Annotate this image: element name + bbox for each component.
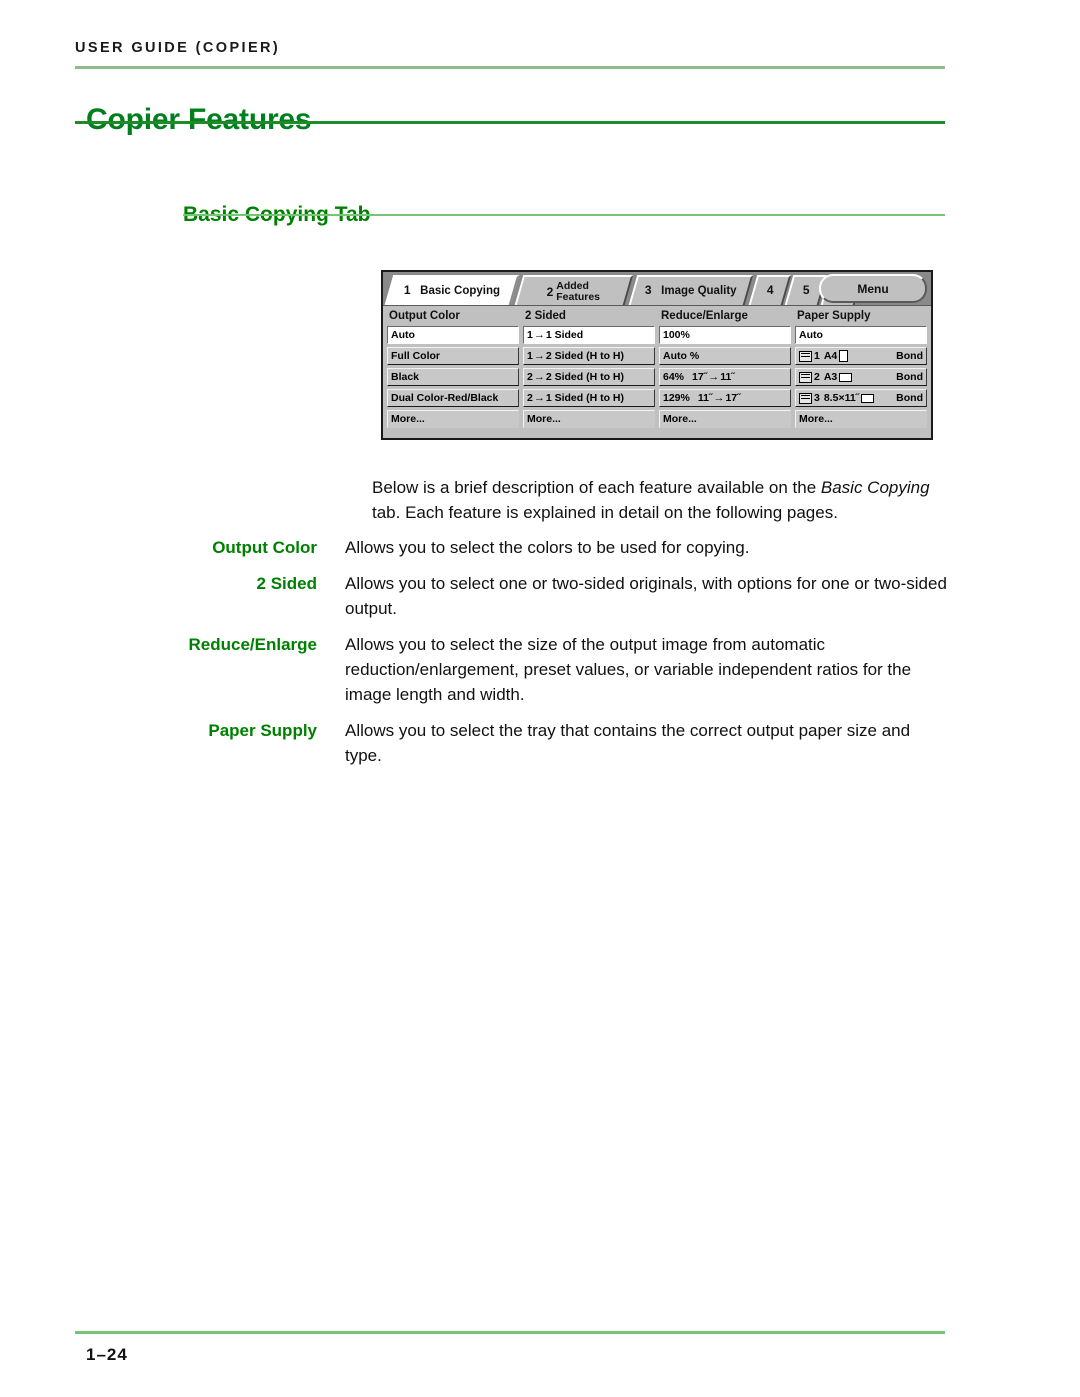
paper-portrait-icon bbox=[839, 350, 849, 362]
button-reduce-100[interactable]: 100% bbox=[659, 326, 791, 344]
page-number: 1–24 bbox=[86, 1345, 128, 1364]
button-reduce-129[interactable]: 129% 11˝ → 17˝ bbox=[659, 389, 791, 407]
tab-label-line1: Added bbox=[556, 279, 590, 292]
button-paper-auto[interactable]: Auto bbox=[795, 326, 927, 344]
section-rule bbox=[183, 214, 945, 216]
to-value: 11˝ bbox=[720, 371, 735, 383]
paper-stock: Bond bbox=[896, 392, 923, 404]
feature-columns: Output Color Auto Full Color Black Dual … bbox=[383, 305, 931, 438]
running-header: USER GUIDE (COPIER) bbox=[75, 40, 281, 56]
paper-tray-icon bbox=[799, 371, 812, 383]
header-rule bbox=[75, 66, 945, 69]
menu-button[interactable]: Menu bbox=[819, 274, 927, 303]
arrow-icon: → bbox=[713, 392, 725, 404]
paper-tray-icon bbox=[799, 350, 812, 362]
button-paper-tray-1[interactable]: 1 A4 Bond bbox=[795, 347, 927, 365]
button-2sided-more[interactable]: More... bbox=[523, 410, 655, 428]
paper-size: A4 bbox=[823, 350, 838, 362]
button-reduce-64[interactable]: 64% 17˝ → 11˝ bbox=[659, 368, 791, 386]
paper-stock: Bond bbox=[896, 350, 923, 362]
arrow-icon: → bbox=[533, 392, 545, 404]
button-2sided-1-to-2[interactable]: 1 → 2 Sided (H to H) bbox=[523, 347, 655, 365]
tab-number: 3 bbox=[644, 283, 652, 298]
tab-number: 2 bbox=[546, 284, 554, 298]
button-paper-tray-2[interactable]: 2 A3 Bond bbox=[795, 368, 927, 386]
button-reduce-auto[interactable]: Auto % bbox=[659, 347, 791, 365]
arrow-icon: → bbox=[533, 329, 545, 341]
to-value: 17˝ bbox=[725, 392, 741, 404]
button-reduce-more[interactable]: More... bbox=[659, 410, 791, 428]
intro-paragraph: Below is a brief description of each fea… bbox=[372, 475, 950, 525]
tab-number: 1 bbox=[403, 283, 411, 298]
column-2-sided: 2 Sided 1 → 1 Sided 1 → 2 Sided (H to H) 2 → 2… bbox=[523, 310, 655, 434]
footer-rule bbox=[75, 1331, 945, 1334]
from-value: 17˝ bbox=[692, 371, 708, 383]
arrow-icon: → bbox=[708, 371, 720, 383]
percent-value: 64% bbox=[663, 371, 685, 383]
tab-number: 4 bbox=[766, 283, 774, 298]
tab-strip: 1 Basic Copying 2 Added Features 3 Image… bbox=[383, 272, 931, 306]
arrow-icon: → bbox=[533, 350, 545, 362]
column-header: Output Color bbox=[389, 310, 460, 322]
copier-screen-figure: 1 Basic Copying 2 Added Features 3 Image… bbox=[381, 270, 933, 440]
arrow-icon: → bbox=[533, 371, 545, 383]
definition-row: Reduce/Enlarge Allows you to select the … bbox=[183, 632, 950, 707]
paper-size: 8.5×11˝ bbox=[823, 392, 860, 404]
column-header: 2 Sided bbox=[525, 310, 566, 322]
button-paper-tray-3[interactable]: 3 8.5×11˝ Bond bbox=[795, 389, 927, 407]
feature-definition-list: Output Color Allows you to select the co… bbox=[183, 535, 950, 779]
definition-term-2-sided: 2 Sided bbox=[256, 574, 317, 593]
column-header: Paper Supply bbox=[797, 310, 871, 322]
button-output-color-more[interactable]: More... bbox=[387, 410, 519, 428]
column-reduce-enlarge: Reduce/Enlarge 100% Auto % 64% 17˝ → 11˝ 12… bbox=[659, 310, 791, 434]
paper-stock: Bond bbox=[896, 371, 923, 383]
button-output-color-dual-color[interactable]: Dual Color-Red/Black bbox=[387, 389, 519, 407]
tab-image-quality[interactable]: 3 Image Quality bbox=[628, 275, 754, 305]
to-value: 1 Sided bbox=[545, 329, 584, 341]
from-value: 11˝ bbox=[697, 392, 713, 404]
definition-row: Output Color Allows you to select the co… bbox=[183, 535, 950, 560]
definition-description-output-color: Allows you to select the colors to be us… bbox=[345, 538, 750, 557]
percent-value: 129% bbox=[663, 392, 690, 404]
button-output-color-full-color[interactable]: Full Color bbox=[387, 347, 519, 365]
button-2sided-2-to-1[interactable]: 2 → 1 Sided (H to H) bbox=[523, 389, 655, 407]
intro-text-part1: Below is a brief description of each fea… bbox=[372, 478, 821, 497]
button-output-color-black[interactable]: Black bbox=[387, 368, 519, 386]
to-value: 2 Sided (H to H) bbox=[545, 350, 625, 362]
tab-label-text: Image Quality bbox=[661, 285, 737, 298]
button-paper-more[interactable]: More... bbox=[795, 410, 927, 428]
tab-number: 5 bbox=[802, 283, 810, 298]
paper-landscape-icon bbox=[861, 393, 875, 403]
tray-number: 2 bbox=[814, 371, 820, 383]
intro-italic-term: Basic Copying bbox=[820, 478, 930, 497]
column-header: Reduce/Enlarge bbox=[661, 310, 748, 322]
button-output-color-auto[interactable]: Auto bbox=[387, 326, 519, 344]
tab-added-features[interactable]: 2 Added Features bbox=[514, 275, 634, 305]
paper-landscape-icon bbox=[839, 372, 853, 382]
button-2sided-1-to-1[interactable]: 1 → 1 Sided bbox=[523, 326, 655, 344]
tab-label-text: Basic Copying bbox=[419, 285, 500, 298]
definition-row: Paper Supply Allows you to select the tr… bbox=[183, 718, 950, 768]
definition-description-paper-supply: Allows you to select the tray that conta… bbox=[345, 721, 911, 765]
tray-number: 1 bbox=[814, 350, 820, 362]
paper-size: A3 bbox=[823, 371, 838, 383]
paper-tray-icon bbox=[799, 392, 812, 404]
title-rule bbox=[75, 121, 945, 124]
column-paper-supply: Paper Supply Auto 1 A4 Bond 2 A3 Bond 3 … bbox=[795, 310, 927, 434]
definition-description-2-sided: Allows you to select one or two-sided or… bbox=[345, 574, 947, 618]
button-2sided-2-to-2[interactable]: 2 → 2 Sided (H to H) bbox=[523, 368, 655, 386]
definition-term-paper-supply: Paper Supply bbox=[208, 721, 317, 740]
to-value: 1 Sided (H to H) bbox=[545, 392, 625, 404]
tray-number: 3 bbox=[814, 392, 820, 404]
definition-description-reduce-enlarge: Allows you to select the size of the out… bbox=[345, 635, 912, 704]
definition-term-output-color: Output Color bbox=[212, 538, 317, 557]
tab-basic-copying[interactable]: 1 Basic Copying bbox=[384, 275, 520, 305]
intro-text-part2: tab. Each feature is explained in detail… bbox=[372, 503, 838, 522]
to-value: 2 Sided (H to H) bbox=[545, 371, 625, 383]
tab-label-line2: Features bbox=[556, 290, 601, 302]
column-output-color: Output Color Auto Full Color Black Dual … bbox=[387, 310, 519, 434]
definition-term-reduce-enlarge: Reduce/Enlarge bbox=[188, 635, 318, 654]
definition-row: 2 Sided Allows you to select one or two-… bbox=[183, 571, 950, 621]
